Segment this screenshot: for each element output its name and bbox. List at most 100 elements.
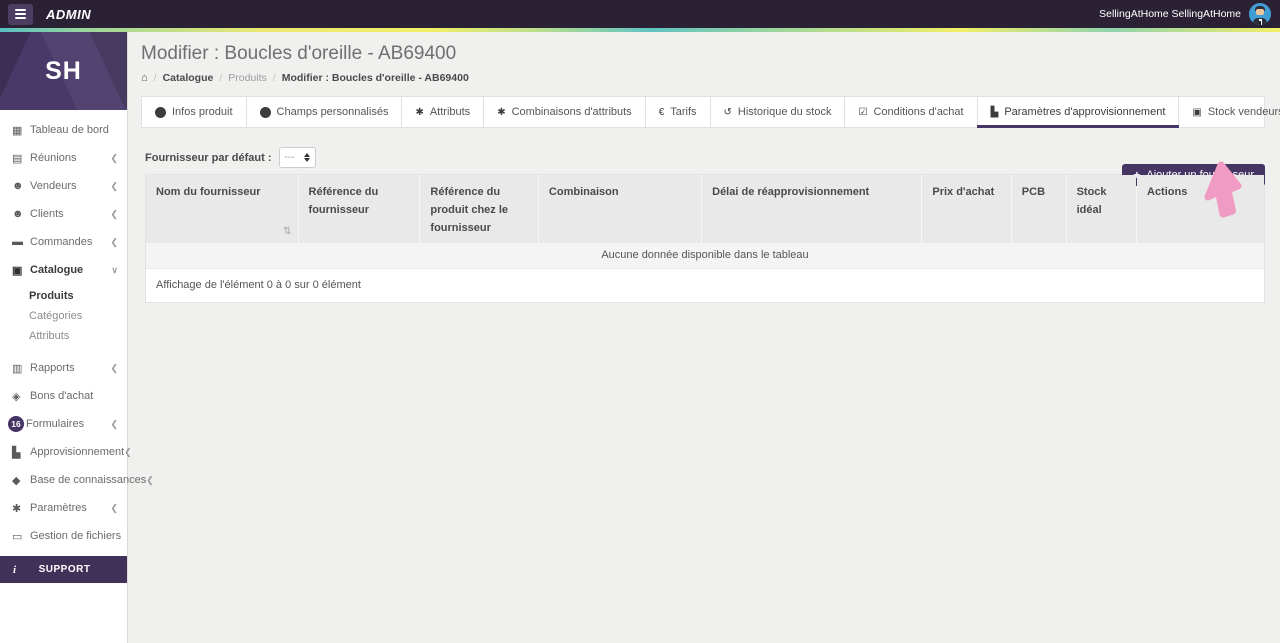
tab-attributs[interactable]: ✱ Attributs (402, 97, 485, 127)
table-pagination-info: Affichage de l'élément 0 à 0 sur 0 éléme… (146, 269, 1264, 303)
col-pcb[interactable]: PCB (1011, 175, 1067, 244)
page-title: Modifier : Boucles d'oreille - AB69400 (141, 43, 457, 64)
users-icon: ☻ (12, 180, 24, 192)
chevron-left-icon: ❮ (110, 362, 118, 373)
suppliers-table-container: Nom du fournisseur ⇅ Référence du fourni… (145, 174, 1265, 304)
support-button[interactable]: i SUPPORT (0, 556, 127, 583)
sidebar-subitem-attributs[interactable]: Attributs (0, 326, 127, 346)
bar-chart-icon: ▥ (12, 362, 23, 375)
table-empty-row: Aucune donnée disponible dans le tableau (146, 243, 1264, 270)
breadcrumb: ⌂ / Catalogue / Produits / Modifier : Bo… (141, 72, 1265, 84)
app-brand: ADMIN (46, 6, 92, 22)
sidebar-item-bons-dachat[interactable]: ◈ Bons d'achat (0, 382, 127, 410)
breadcrumb-catalogue[interactable]: Catalogue (163, 72, 214, 84)
avatar-tie (1259, 21, 1261, 25)
table-header-row: Nom du fournisseur ⇅ Référence du fourni… (146, 175, 1264, 244)
chevron-left-icon: ❮ (110, 502, 118, 513)
history-icon: ↺ (723, 106, 732, 118)
logo-text: SH (45, 56, 82, 85)
breadcrumb-current: Modifier : Boucles d'oreille - AB69400 (281, 72, 469, 84)
hamburger-menu-icon[interactable] (8, 3, 33, 25)
product-tabs: i Infos produit i Champs personnalisés ✱… (141, 96, 1280, 128)
sort-icon[interactable]: ⇅ (283, 224, 291, 241)
users-icon: ☻ (12, 208, 24, 220)
col-stock-ideal[interactable]: Stock idéal (1066, 175, 1138, 244)
sidebar-logo[interactable]: SH (0, 32, 127, 110)
sidebar-item-gestion-de-fichiers[interactable]: ▭ Gestion de fichiers (0, 522, 127, 550)
sidebar-item-tableau-de-bord[interactable]: ▦ Tableau de bord (0, 116, 127, 144)
accent-gradient-bar (0, 28, 1280, 32)
factory-icon: ▙ (990, 106, 999, 118)
wrench-icon: ✱ (12, 502, 22, 515)
sidebar-item-commandes[interactable]: ▬ Commandes ❮ (0, 228, 127, 256)
info-icon: i (259, 106, 271, 118)
book-icon: ▣ (12, 264, 23, 277)
breadcrumb-separator: / (219, 72, 223, 84)
tab-conditions-dachat[interactable]: ☑ Conditions d'achat (845, 97, 978, 127)
col-combinaison[interactable]: Combinaison (538, 175, 703, 244)
breadcrumb-separator: / (153, 72, 157, 84)
chevron-left-icon: ❮ (110, 152, 118, 163)
euro-icon: € (658, 106, 665, 118)
tab-content: Fournisseur par défaut : --- + Ajouter u… (128, 147, 1280, 304)
graduation-cap-icon: ◆ (12, 474, 21, 487)
sidebar-item-catalogue[interactable]: ▣ Catalogue ∨ (0, 256, 127, 284)
sidebar-item-vendeurs[interactable]: ☻ Vendeurs ❮ (0, 172, 127, 200)
col-reference-du-fournisseur[interactable]: Référence du fournisseur (298, 175, 421, 244)
tab-parametres-dapprovisionnement[interactable]: ▙ Paramètres d'approvisionnement (976, 97, 1180, 128)
user-avatar[interactable] (1249, 3, 1271, 25)
sidebar-item-parametres[interactable]: ✱ Paramètres ❮ (0, 494, 127, 522)
gear-icon: ✱ (415, 106, 424, 118)
default-supplier-select[interactable]: --- (278, 147, 316, 168)
tab-stock-vendeurs[interactable]: ▣ Stock vendeurs (1179, 97, 1280, 127)
info-icon: i (155, 106, 166, 118)
suppliers-table: Nom du fournisseur ⇅ Référence du fourni… (146, 175, 1264, 270)
avatar-face (1256, 9, 1264, 15)
sidebar-item-base-de-connaissances[interactable]: ◆ Base de connaissances ❮ (0, 466, 154, 494)
home-icon[interactable]: ⌂ (141, 72, 148, 84)
sidebar-item-reunions[interactable]: ▤ Réunions ❮ (0, 144, 127, 172)
folder-icon: ▭ (12, 530, 23, 543)
breadcrumb-separator: / (272, 72, 276, 84)
col-reference-du-produit[interactable]: Référence du produit chez le fournisseur (419, 175, 539, 244)
factory-icon: ▙ (12, 446, 21, 459)
chevron-left-icon: ❮ (146, 474, 154, 485)
tab-infos-produit[interactable]: i Infos produit (142, 97, 247, 127)
chevron-left-icon: ❮ (110, 418, 118, 429)
chevron-down-icon: ∨ (111, 264, 118, 275)
col-nom-du-fournisseur[interactable]: Nom du fournisseur ⇅ (146, 175, 299, 244)
dashboard-icon: ▦ (12, 124, 23, 137)
catalogue-submenu: Produits Catégories Attributs (0, 284, 127, 354)
tab-historique-du-stock[interactable]: ↺ Historique du stock (711, 97, 846, 127)
col-actions[interactable]: Actions (1136, 175, 1264, 244)
select-spinner-icon (303, 153, 310, 162)
tag-icon: ◈ (12, 390, 21, 403)
sidebar-item-rapports[interactable]: ▥ Rapports ❮ (0, 354, 127, 382)
sidebar-item-approvisionnement[interactable]: ▙ Approvisionnement ❮ (0, 438, 132, 466)
chevron-left-icon: ❮ (110, 180, 118, 191)
tab-champs-personnalises[interactable]: i Champs personnalisés (247, 97, 403, 127)
default-supplier-label: Fournisseur par défaut : (145, 151, 272, 164)
col-delai-de-reapprovisionnement[interactable]: Délai de réapprovisionnement (701, 175, 923, 244)
credit-card-icon: ▬ (12, 236, 23, 248)
empty-message: Aucune donnée disponible dans le tableau (146, 243, 1264, 270)
sidebar-subitem-produits[interactable]: Produits (0, 286, 127, 306)
formulaires-count-badge: 16 (8, 416, 24, 432)
user-name[interactable]: SellingAtHome SellingAtHome (1099, 8, 1241, 20)
tab-tarifs[interactable]: € Tarifs (646, 97, 711, 127)
sidebar-item-clients[interactable]: ☻ Clients ❮ (0, 200, 127, 228)
chevron-left-icon: ❮ (110, 236, 118, 247)
chevron-left-icon: ❮ (110, 208, 118, 219)
main-area: Modifier : Boucles d'oreille - AB69400 ⌂… (128, 32, 1280, 643)
top-navbar: ADMIN SellingAtHome SellingAtHome (0, 0, 1280, 28)
col-prix-dachat[interactable]: Prix d'achat (921, 175, 1012, 244)
chevron-left-icon: ❮ (124, 446, 132, 457)
check-square-icon: ☑ (858, 106, 868, 118)
box-icon: ▣ (1192, 106, 1202, 118)
tab-combinaisons-dattributs[interactable]: ✱ Combinaisons d'attributs (484, 97, 646, 127)
sidebar-item-formulaires[interactable]: 16 Formulaires ❮ (0, 410, 127, 438)
sidebar-subitem-categories[interactable]: Catégories (0, 306, 127, 326)
sidebar: SH ▦ Tableau de bord ▤ Réunions ❮ ☻ Vend… (0, 32, 154, 643)
calendar-icon: ▤ (12, 152, 23, 165)
breadcrumb-produits[interactable]: Produits (228, 72, 267, 84)
